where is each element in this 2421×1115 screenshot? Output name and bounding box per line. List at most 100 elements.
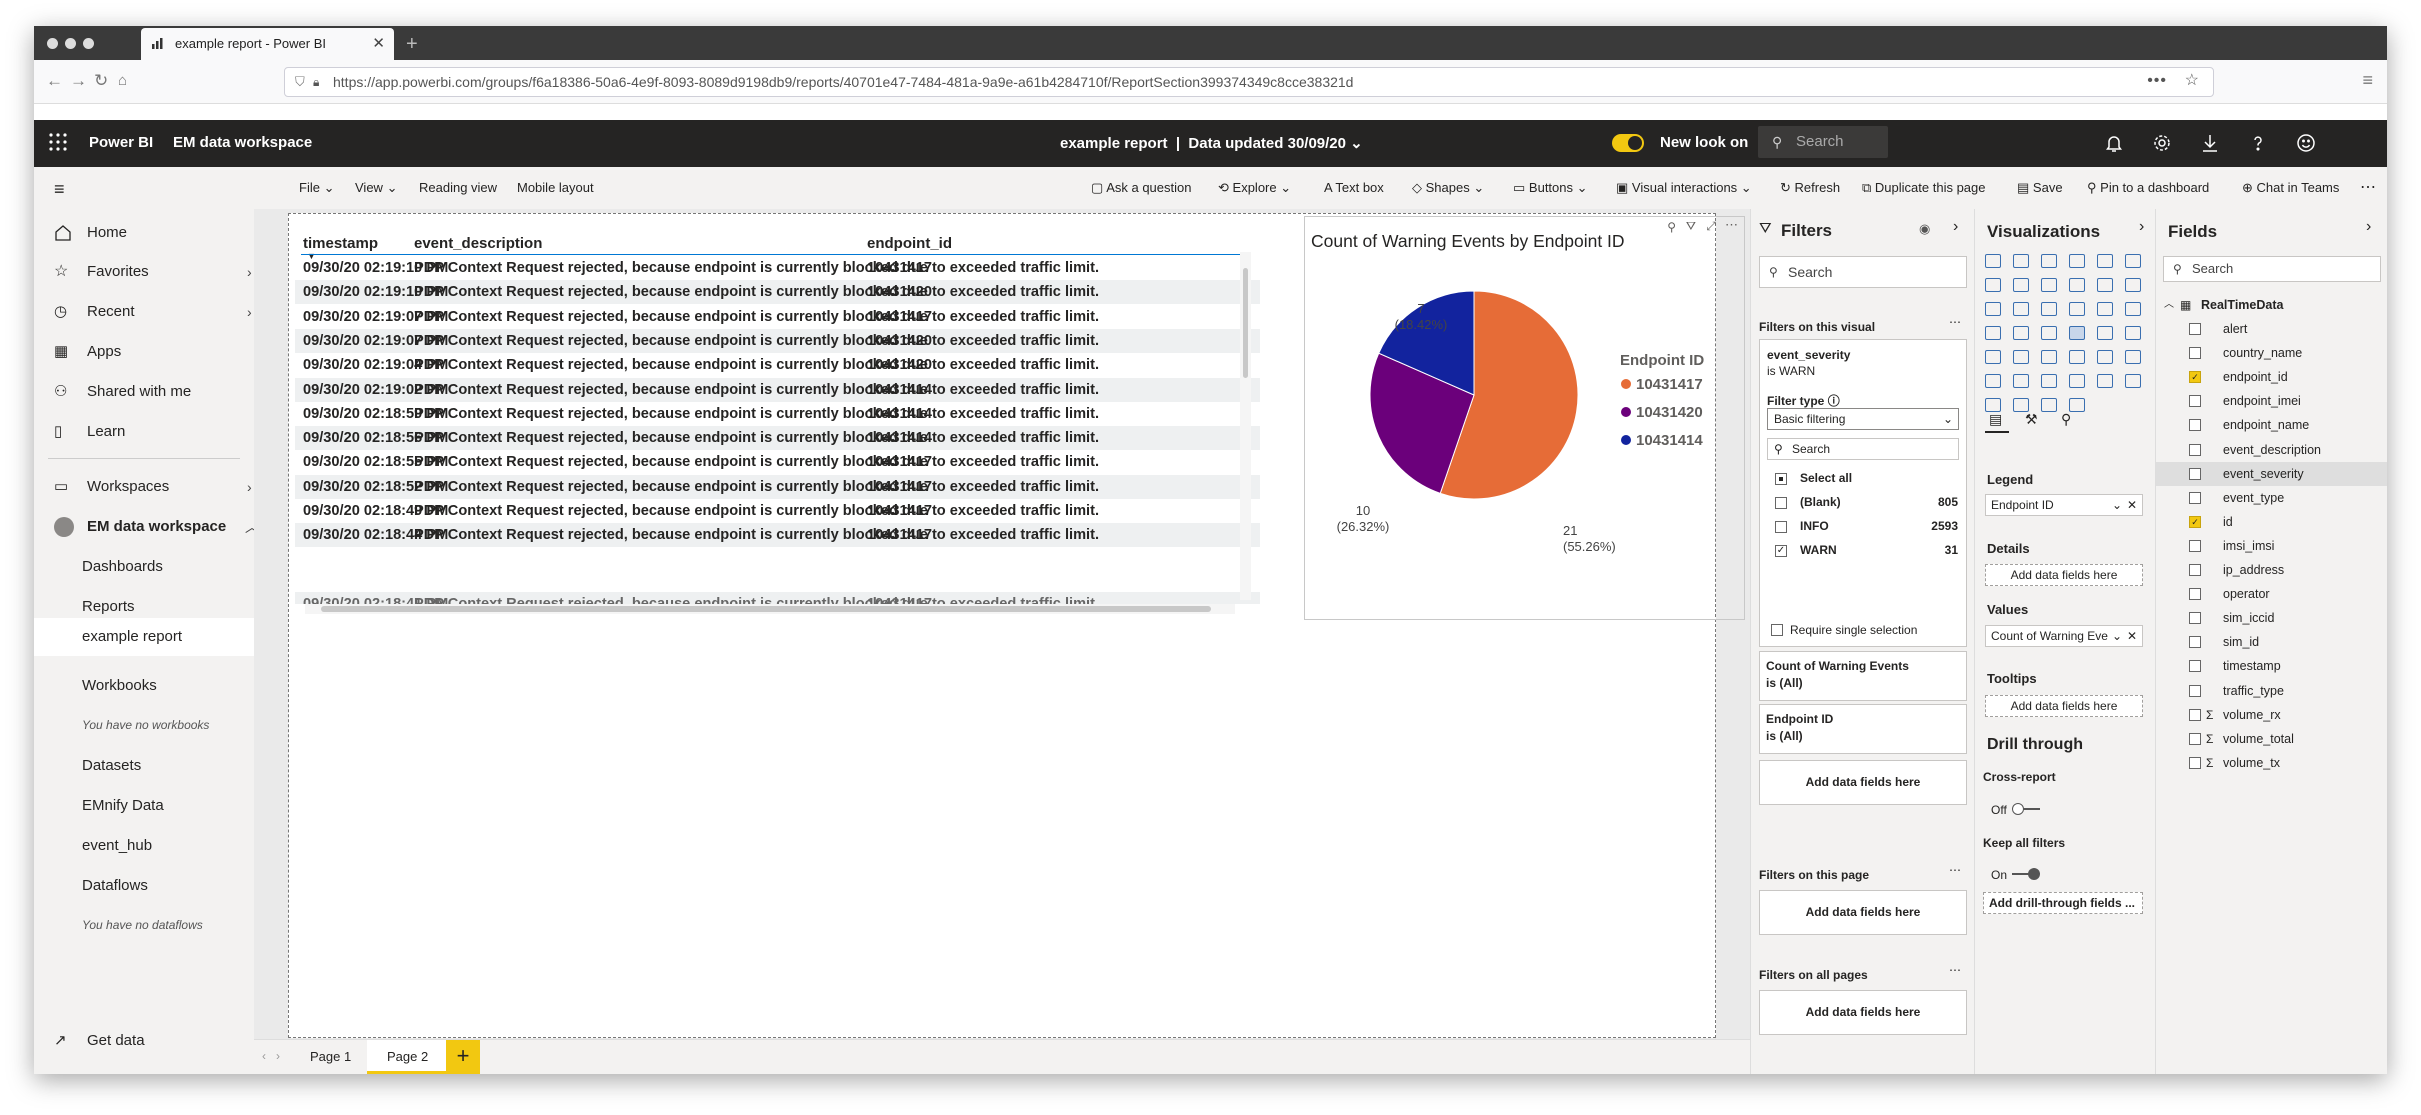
col-header-endpoint-id[interactable]: endpoint_id — [867, 235, 952, 252]
buttons-button[interactable]: ▭ Buttons ⌄ — [1513, 180, 1588, 196]
fields-search[interactable]: ⚲ Search — [2163, 256, 2381, 282]
filter-item-checkbox[interactable]: ✓ — [1775, 545, 1787, 557]
field-item[interactable]: operator — [2156, 582, 2387, 606]
feedback-smiley-icon[interactable] — [2295, 132, 2317, 154]
visual-type-icon[interactable] — [1985, 374, 2001, 388]
field-checkbox[interactable] — [2189, 539, 2201, 552]
home-browser-icon[interactable]: ⌂ — [118, 72, 127, 89]
nav-event-hub[interactable]: event_hub — [82, 836, 152, 856]
visual-type-icon[interactable] — [2041, 350, 2057, 364]
visual-type-icon[interactable] — [2097, 326, 2113, 340]
prev-page-icon[interactable]: ‹ — [262, 1049, 266, 1063]
gear-icon[interactable] — [2151, 132, 2173, 154]
visual-type-icon[interactable] — [2013, 278, 2029, 292]
next-page-icon[interactable]: › — [276, 1049, 280, 1063]
visual-type-icon[interactable] — [2041, 374, 2057, 388]
details-well[interactable]: Add data fields here — [1985, 564, 2143, 586]
visual-type-icon[interactable] — [2097, 350, 2113, 364]
ask-question-button[interactable]: ▢ Ask a question — [1091, 180, 1191, 196]
tooltips-well[interactable]: Add data fields here — [1985, 695, 2143, 717]
field-checkbox[interactable] — [2189, 491, 2201, 504]
table-row[interactable]: 09/30/20 02:18:49 PM PDP Context Request … — [295, 499, 1260, 523]
bell-icon[interactable] — [2103, 132, 2125, 154]
minimize-window-dot[interactable] — [65, 38, 76, 49]
report-title-bar[interactable]: example report | Data updated 30/09/20 ⌄ — [1060, 134, 1363, 152]
more-icon[interactable]: ⋯ — [1949, 963, 1961, 977]
visual-more-icon[interactable]: ⋯ — [1725, 217, 1738, 233]
visual-type-icon[interactable] — [2125, 254, 2141, 268]
visual-type-icon[interactable] — [1985, 254, 2001, 268]
visual-type-icon[interactable] — [2069, 374, 2085, 388]
table-row[interactable]: 09/30/20 02:19:10 PM PDP Context Request … — [295, 280, 1260, 305]
col-header-timestamp[interactable]: timestamp — [303, 235, 378, 252]
brand-label[interactable]: Power BI — [89, 134, 153, 151]
field-item[interactable]: traffic_type — [2156, 679, 2387, 703]
format-paint-roller-icon[interactable]: ⚒ — [2025, 411, 2038, 428]
visual-type-icon[interactable] — [1985, 350, 2001, 364]
add-all-pages-filter-well[interactable]: Add data fields here — [1759, 990, 1967, 1035]
help-icon[interactable] — [2247, 132, 2269, 154]
table-row[interactable]: 09/30/20 02:19:10 PM PDP Context Request … — [295, 256, 1260, 280]
table-row[interactable]: 09/30/20 02:19:07 PM PDP Context Request … — [295, 305, 1260, 329]
table-row[interactable]: 09/30/20 02:18:55 PM PDP Context Request … — [295, 450, 1260, 474]
field-item[interactable]: ✓ endpoint_id — [2156, 365, 2387, 389]
fields-well-tab-icon[interactable]: ▤ — [1989, 411, 2002, 428]
visual-type-icon[interactable] — [2013, 374, 2029, 388]
visual-type-icon[interactable] — [2097, 278, 2113, 292]
visual-type-icon[interactable] — [2069, 398, 2085, 412]
require-single-checkbox[interactable] — [1771, 624, 1783, 636]
visual-type-icon[interactable] — [2013, 302, 2029, 316]
field-checkbox[interactable] — [2189, 708, 2201, 721]
close-tab-icon[interactable]: ✕ — [372, 28, 385, 60]
refresh-button[interactable]: ↻ Refresh — [1780, 180, 1840, 196]
visual-interactions-button[interactable]: ▣ Visual interactions ⌄ — [1616, 180, 1752, 196]
visual-type-icon[interactable] — [2069, 278, 2085, 292]
visual-type-icon[interactable] — [1985, 302, 2001, 316]
field-item[interactable]: sim_iccid — [2156, 606, 2387, 630]
field-item[interactable]: endpoint_imei — [2156, 389, 2387, 413]
visual-type-icon[interactable] — [2125, 350, 2141, 364]
reload-icon[interactable]: ↻ — [94, 71, 108, 91]
visual-type-icon[interactable] — [2125, 326, 2141, 340]
visual-type-icon[interactable] — [2069, 302, 2085, 316]
filter-type-dropdown[interactable]: Basic filtering ⌄ — [1767, 408, 1959, 430]
more-icon[interactable]: ⋯ — [1949, 863, 1961, 877]
new-tab-icon[interactable]: + — [406, 28, 418, 60]
add-visual-filter-well[interactable]: Add data fields here — [1759, 760, 1967, 805]
nav-favorites[interactable]: ☆ Favorites › — [54, 260, 254, 284]
nav-emnify-data[interactable]: EMnify Data — [82, 796, 164, 816]
field-item[interactable]: timestamp — [2156, 654, 2387, 678]
field-checkbox[interactable] — [2189, 467, 2201, 480]
legend-item[interactable]: 10431420 — [1636, 404, 1703, 421]
visual-type-icon[interactable] — [2097, 374, 2113, 388]
chat-teams-button[interactable]: ⊕ Chat in Teams — [2242, 180, 2339, 196]
visual-type-icon[interactable] — [2013, 254, 2029, 268]
field-item[interactable]: endpoint_name — [2156, 413, 2387, 437]
visual-type-icon[interactable] — [1985, 398, 2001, 412]
field-item[interactable]: country_name — [2156, 341, 2387, 365]
filters-search[interactable]: ⚲ Search — [1759, 256, 1967, 288]
field-checkbox[interactable] — [2189, 323, 2201, 335]
values-well[interactable]: Count of Warning Eve ⌄ ✕ — [1985, 625, 2143, 647]
pin-visual-icon[interactable]: ⚲ — [1667, 220, 1676, 234]
focus-mode-icon[interactable]: ⤢ — [1706, 219, 1716, 234]
visual-type-icon[interactable] — [2097, 302, 2113, 316]
visual-type-icon[interactable] — [2125, 302, 2141, 316]
visual-type-icon[interactable] — [1985, 326, 2001, 340]
zoom-window-dot[interactable] — [83, 38, 94, 49]
collapse-fields-icon[interactable]: › — [2366, 218, 2371, 236]
nav-dashboards[interactable]: Dashboards — [82, 557, 163, 577]
field-checkbox[interactable] — [2189, 564, 2201, 576]
legend-well[interactable]: Endpoint ID ⌄ ✕ — [1985, 494, 2143, 516]
nav-em-workspace[interactable]: EM data workspace ︿ — [54, 515, 259, 539]
table-horizontal-scrollbar[interactable] — [305, 604, 1235, 614]
visual-type-icon[interactable] — [2013, 350, 2029, 364]
table-row[interactable]: 09/30/20 02:19:07 PM PDP Context Request … — [295, 328, 1260, 353]
nav-reports[interactable]: Reports — [82, 597, 135, 617]
keep-filters-toggle[interactable] — [2012, 868, 2040, 880]
forward-icon[interactable]: → — [70, 71, 87, 91]
filter-item-checkbox[interactable] — [1775, 521, 1787, 533]
explore-button[interactable]: ⟲ Explore ⌄ — [1218, 180, 1291, 196]
field-item[interactable]: event_description — [2156, 438, 2387, 462]
filter-card-count[interactable]: Count of Warning Events is (All) — [1759, 651, 1967, 701]
